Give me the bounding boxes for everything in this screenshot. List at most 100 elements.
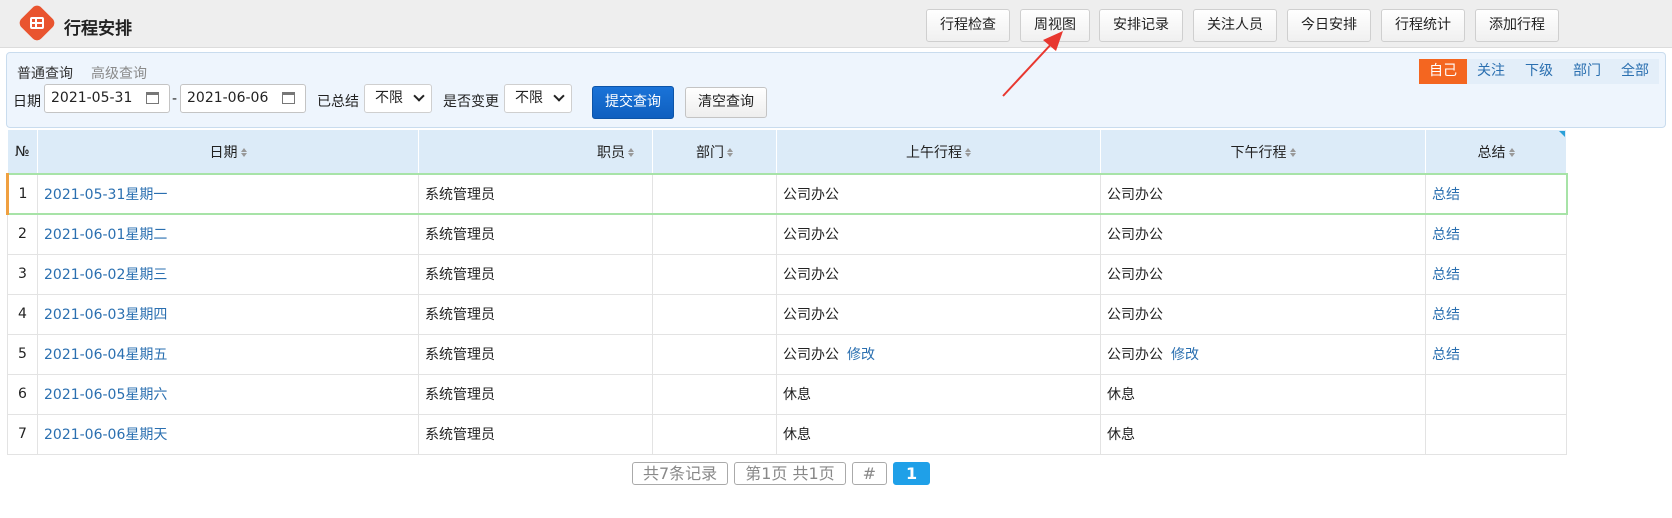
date-link[interactable]: 2021-06-01星期二	[37, 213, 419, 255]
summarized-select[interactable]: 不限	[364, 84, 432, 113]
staff-cell: 系统管理员	[418, 413, 653, 455]
staff-cell: 系统管理员	[418, 293, 653, 335]
table-row[interactable]: 4 2021-06-03星期四 系统管理员 公司办公 公司办公 总结	[7, 293, 1567, 335]
calendar-grid-icon	[17, 3, 57, 43]
arrangement-log-button[interactable]: 安排记录	[1099, 9, 1183, 42]
header-number: №	[7, 130, 38, 174]
date-link[interactable]: 2021-06-02星期三	[37, 253, 419, 295]
date-link[interactable]: 2021-06-05星期六	[37, 373, 419, 415]
row-number: 5	[7, 333, 38, 375]
edit-link[interactable]: 修改	[1171, 347, 1199, 363]
today-schedule-button[interactable]: 今日安排	[1287, 9, 1371, 42]
date-link[interactable]: 2021-06-06星期天	[37, 413, 419, 455]
calendar-icon[interactable]	[282, 92, 295, 104]
table-header-row: № 日期 职员 部门 上午行程 下午行程 总结	[7, 130, 1567, 174]
date-link[interactable]: 2021-05-31星期一	[37, 173, 419, 215]
header-afternoon[interactable]: 下午行程	[1100, 130, 1426, 174]
row-number: 3	[7, 253, 38, 295]
morning-cell: 休息	[776, 373, 1101, 415]
afternoon-cell: 公司办公	[1100, 173, 1426, 215]
sort-icon	[727, 148, 733, 157]
morning-cell: 公司办公	[776, 173, 1101, 215]
table-row[interactable]: 5 2021-06-04星期五 系统管理员 公司办公 修改 公司办公 修改 总结	[7, 333, 1567, 375]
scope-self[interactable]: 自己	[1419, 59, 1467, 84]
department-cell	[652, 333, 777, 375]
staff-cell: 系统管理员	[418, 213, 653, 255]
afternoon-cell: 公司办公 修改	[1100, 333, 1426, 375]
department-cell	[652, 373, 777, 415]
staff-cell: 系统管理员	[418, 173, 653, 215]
scope-filter: 自己 关注 下级 部门 全部	[1419, 59, 1659, 84]
tab-advanced-query[interactable]: 高级查询	[91, 63, 147, 83]
summary-link[interactable]: 总结	[1425, 333, 1567, 375]
summarized-label: 已总结	[317, 94, 359, 110]
chevron-down-icon	[553, 90, 565, 102]
scope-department[interactable]: 部门	[1563, 59, 1611, 84]
scope-all[interactable]: 全部	[1611, 59, 1659, 84]
summary-link[interactable]: 总结	[1425, 253, 1567, 295]
app-title: 行程安排	[64, 19, 132, 39]
table-row[interactable]: 1 2021-05-31星期一 系统管理员 公司办公 公司办公 总结	[6, 173, 1568, 215]
sort-icon	[1289, 148, 1296, 157]
morning-cell: 公司办公	[776, 213, 1101, 255]
date-label: 日期	[13, 94, 41, 110]
schedule-table: № 日期 职员 部门 上午行程 下午行程 总结 1 2021-05-31星期一 系统…	[6, 130, 1568, 455]
summary-link[interactable]: 总结	[1425, 213, 1567, 255]
table-row[interactable]: 3 2021-06-02星期三 系统管理员 公司办公 公司办公 总结	[7, 253, 1567, 295]
submit-query-button[interactable]: 提交查询	[592, 86, 674, 119]
corner-marker	[1559, 131, 1565, 137]
scope-subordinates[interactable]: 下级	[1515, 59, 1563, 84]
header-morning[interactable]: 上午行程	[776, 130, 1101, 174]
summary-link[interactable]: 总结	[1425, 293, 1567, 335]
department-cell	[652, 413, 777, 455]
sort-icon	[240, 148, 247, 157]
row-number: 1	[6, 173, 38, 215]
date-from-input[interactable]: 2021-05-31	[44, 84, 170, 113]
scope-followed[interactable]: 关注	[1467, 59, 1515, 84]
calendar-icon[interactable]	[146, 92, 159, 104]
date-link[interactable]: 2021-06-03星期四	[37, 293, 419, 335]
query-panel: 普通查询 高级查询 自己 关注 下级 部门 全部 日期 2021-05-31 -…	[6, 52, 1666, 128]
summary-link[interactable]	[1425, 413, 1567, 455]
summary-link[interactable]: 总结	[1425, 173, 1568, 215]
afternoon-cell: 休息	[1100, 373, 1426, 415]
pager-current-page[interactable]: 1	[893, 462, 931, 485]
sort-icon	[965, 148, 971, 157]
table-row[interactable]: 2 2021-06-01星期二 系统管理员 公司办公 公司办公 总结	[7, 213, 1567, 255]
add-schedule-button[interactable]: 添加行程	[1475, 9, 1559, 42]
row-number: 7	[7, 413, 38, 455]
header-department[interactable]: 部门	[652, 130, 777, 174]
date-to-input[interactable]: 2021-06-06	[180, 84, 306, 113]
row-number: 4	[7, 293, 38, 335]
followed-people-button[interactable]: 关注人员	[1193, 9, 1277, 42]
sort-icon	[628, 148, 634, 157]
staff-cell: 系统管理员	[418, 253, 653, 295]
department-cell	[652, 213, 777, 255]
pager-jump[interactable]: #	[851, 462, 888, 485]
tab-normal-query[interactable]: 普通查询	[17, 63, 73, 83]
header-staff[interactable]: 职员	[418, 130, 653, 174]
morning-cell: 休息	[776, 413, 1101, 455]
week-view-button[interactable]: 周视图	[1020, 9, 1090, 42]
table-row[interactable]: 6 2021-06-05星期六 系统管理员 休息 休息	[7, 373, 1567, 415]
clear-query-button[interactable]: 清空查询	[685, 87, 767, 118]
header-date[interactable]: 日期	[37, 130, 419, 174]
summary-link[interactable]	[1425, 373, 1567, 415]
chevron-down-icon	[413, 90, 425, 102]
table-row[interactable]: 7 2021-06-06星期天 系统管理员 休息 休息	[7, 413, 1567, 455]
afternoon-cell: 公司办公	[1100, 293, 1426, 335]
department-cell	[652, 173, 777, 215]
row-number: 6	[7, 373, 38, 415]
pagination: 共7条记录 第1页 共1页 # 1	[632, 462, 931, 485]
sort-icon	[1508, 148, 1515, 157]
schedule-table-wrap: № 日期 职员 部门 上午行程 下午行程 总结 1 2021-05-31星期一 系统…	[6, 130, 1665, 455]
changed-select[interactable]: 不限	[504, 84, 572, 113]
schedule-stats-button[interactable]: 行程统计	[1381, 9, 1465, 42]
header-summary[interactable]: 总结	[1425, 130, 1567, 174]
date-range-separator: -	[172, 91, 178, 107]
schedule-check-button[interactable]: 行程检查	[926, 9, 1010, 42]
changed-label: 是否变更	[443, 94, 499, 110]
app-header: 行程安排 行程检查 周视图 安排记录 关注人员 今日安排 行程统计 添加行程	[0, 0, 1672, 48]
date-link[interactable]: 2021-06-04星期五	[37, 333, 419, 375]
edit-link[interactable]: 修改	[847, 347, 875, 363]
